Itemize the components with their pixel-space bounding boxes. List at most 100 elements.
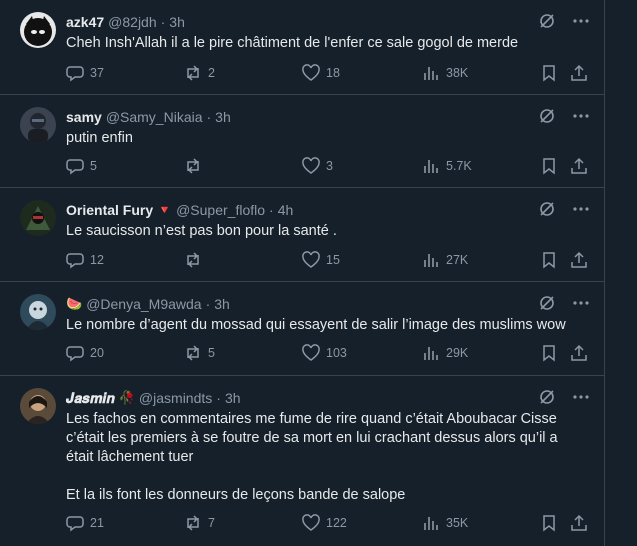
tweet[interactable]: Oriental Fury 🔻 @Super_floflo · 4h Le sa… (0, 188, 604, 282)
tweet-text: Les fachos en commentaires me fume de ri… (66, 411, 558, 503)
views-button[interactable]: 27K (422, 251, 468, 269)
tweet-time[interactable]: 3h (215, 109, 231, 125)
bookmark-button[interactable] (540, 157, 558, 175)
tweet[interactable]: azk47 @82jdh · 3h Cheh Insh'Allah il a l… (0, 0, 604, 95)
tweet-time[interactable]: 3h (225, 390, 241, 406)
bookmark-button[interactable] (540, 64, 558, 82)
reply-button[interactable]: 20 (66, 344, 104, 362)
user-handle[interactable]: @jasmindts (139, 390, 212, 406)
views-icon (424, 160, 438, 173)
tweet-top-actions (538, 12, 590, 30)
avatar[interactable] (20, 294, 56, 330)
more-icon[interactable] (572, 200, 590, 218)
tweet[interactable]: 𝑱𝒂𝒔𝒎𝒊𝒏 🥀 @jasmindts · 3h Les fachos en c… (0, 376, 604, 546)
avatar[interactable] (20, 12, 56, 48)
user-handle[interactable]: @Denya_M9awda (86, 296, 201, 312)
views-icon (424, 254, 438, 267)
more-icon[interactable] (572, 294, 590, 312)
avatar[interactable] (20, 107, 56, 143)
grok-icon[interactable] (538, 107, 556, 125)
reply-icon (66, 516, 84, 532)
bookmark-button[interactable] (540, 344, 558, 362)
reply-button[interactable]: 12 (66, 251, 104, 269)
display-name[interactable]: 𝑱𝒂𝒔𝒎𝒊𝒏 (66, 390, 115, 407)
tweet-time[interactable]: 3h (214, 296, 230, 312)
like-button[interactable]: 122 (302, 514, 347, 532)
share-icon (571, 64, 587, 81)
tweet[interactable]: samy @Samy_Nikaia · 3h putin enfin 5 3 5… (0, 95, 604, 188)
views-button[interactable]: 38K (422, 64, 468, 82)
share-button[interactable] (570, 64, 588, 82)
grok-icon[interactable] (538, 12, 556, 30)
scrollbar-area[interactable] (605, 0, 637, 546)
reply-icon (66, 159, 84, 175)
retweet-button[interactable]: 2 (184, 64, 215, 82)
avatar[interactable] (20, 200, 56, 236)
bookmark-button[interactable] (540, 251, 558, 269)
reply-count: 12 (90, 253, 104, 267)
views-button[interactable]: 29K (422, 344, 468, 362)
like-count: 122 (326, 516, 347, 530)
tweet[interactable]: 🍉 @Denya_M9awda · 3h Le nombre d’agent d… (0, 282, 604, 376)
more-icon[interactable] (572, 12, 590, 30)
views-button[interactable]: 35K (422, 514, 468, 532)
more-icon[interactable] (572, 388, 590, 406)
like-icon (302, 251, 320, 268)
retweet-icon (187, 252, 199, 268)
bookmark-button[interactable] (540, 514, 558, 532)
views-button[interactable]: 5.7K (422, 157, 472, 175)
display-name[interactable]: samy (66, 109, 102, 125)
like-count: 3 (326, 159, 333, 173)
like-button[interactable]: 18 (302, 64, 340, 82)
reply-button[interactable]: 21 (66, 514, 104, 532)
user-handle[interactable]: @Super_floflo (176, 202, 265, 218)
like-icon (302, 64, 320, 81)
tweet-actions: 20 5 103 29K (66, 344, 594, 364)
retweet-button[interactable]: 5 (184, 344, 215, 362)
tweet-top-actions (538, 200, 590, 218)
share-icon (571, 251, 587, 268)
more-icon[interactable] (572, 107, 590, 125)
separator-dot: · (160, 14, 166, 30)
views-count: 38K (446, 66, 469, 80)
reply-count: 21 (90, 516, 104, 530)
bookmark-icon (543, 65, 555, 82)
share-button[interactable] (570, 251, 588, 269)
retweet-button[interactable] (184, 251, 208, 269)
display-name[interactable]: Oriental Fury (66, 202, 153, 218)
share-button[interactable] (570, 514, 588, 532)
reply-count: 20 (90, 346, 104, 360)
user-handle[interactable]: @82jdh (108, 14, 156, 30)
views-count: 35K (446, 516, 469, 530)
like-button[interactable]: 103 (302, 344, 347, 362)
reply-icon (66, 253, 84, 269)
like-button[interactable]: 15 (302, 251, 340, 269)
tweet-time[interactable]: 4h (278, 202, 294, 218)
grok-icon[interactable] (538, 388, 556, 406)
grok-icon[interactable] (538, 200, 556, 218)
share-button[interactable] (570, 344, 588, 362)
tweet-top-actions (538, 107, 590, 125)
reply-icon (66, 66, 84, 82)
tweet-top-actions (538, 294, 590, 312)
display-name[interactable]: 🍉 (66, 296, 82, 312)
like-button[interactable]: 3 (302, 157, 333, 175)
user-handle[interactable]: @Samy_Nikaia (106, 109, 203, 125)
like-icon (302, 157, 320, 174)
grok-icon[interactable] (538, 294, 556, 312)
share-button[interactable] (570, 157, 588, 175)
reply-button[interactable]: 5 (66, 157, 97, 175)
tweet-text: Le saucisson n’est pas bon pour la santé… (66, 223, 337, 239)
retweet-button[interactable] (184, 157, 208, 175)
avatar[interactable] (20, 388, 56, 424)
timeline: azk47 @82jdh · 3h Cheh Insh'Allah il a l… (0, 0, 605, 546)
tweet-header: samy @Samy_Nikaia · 3h (66, 107, 231, 127)
separator-dot: · (269, 202, 274, 218)
tweet-time[interactable]: 3h (169, 14, 185, 30)
retweet-count: 5 (208, 346, 215, 360)
tweet-text: putin enfin (66, 130, 133, 146)
display-name[interactable]: azk47 (66, 14, 104, 30)
share-icon (571, 157, 587, 174)
reply-button[interactable]: 37 (66, 64, 104, 82)
retweet-button[interactable]: 7 (184, 514, 215, 532)
